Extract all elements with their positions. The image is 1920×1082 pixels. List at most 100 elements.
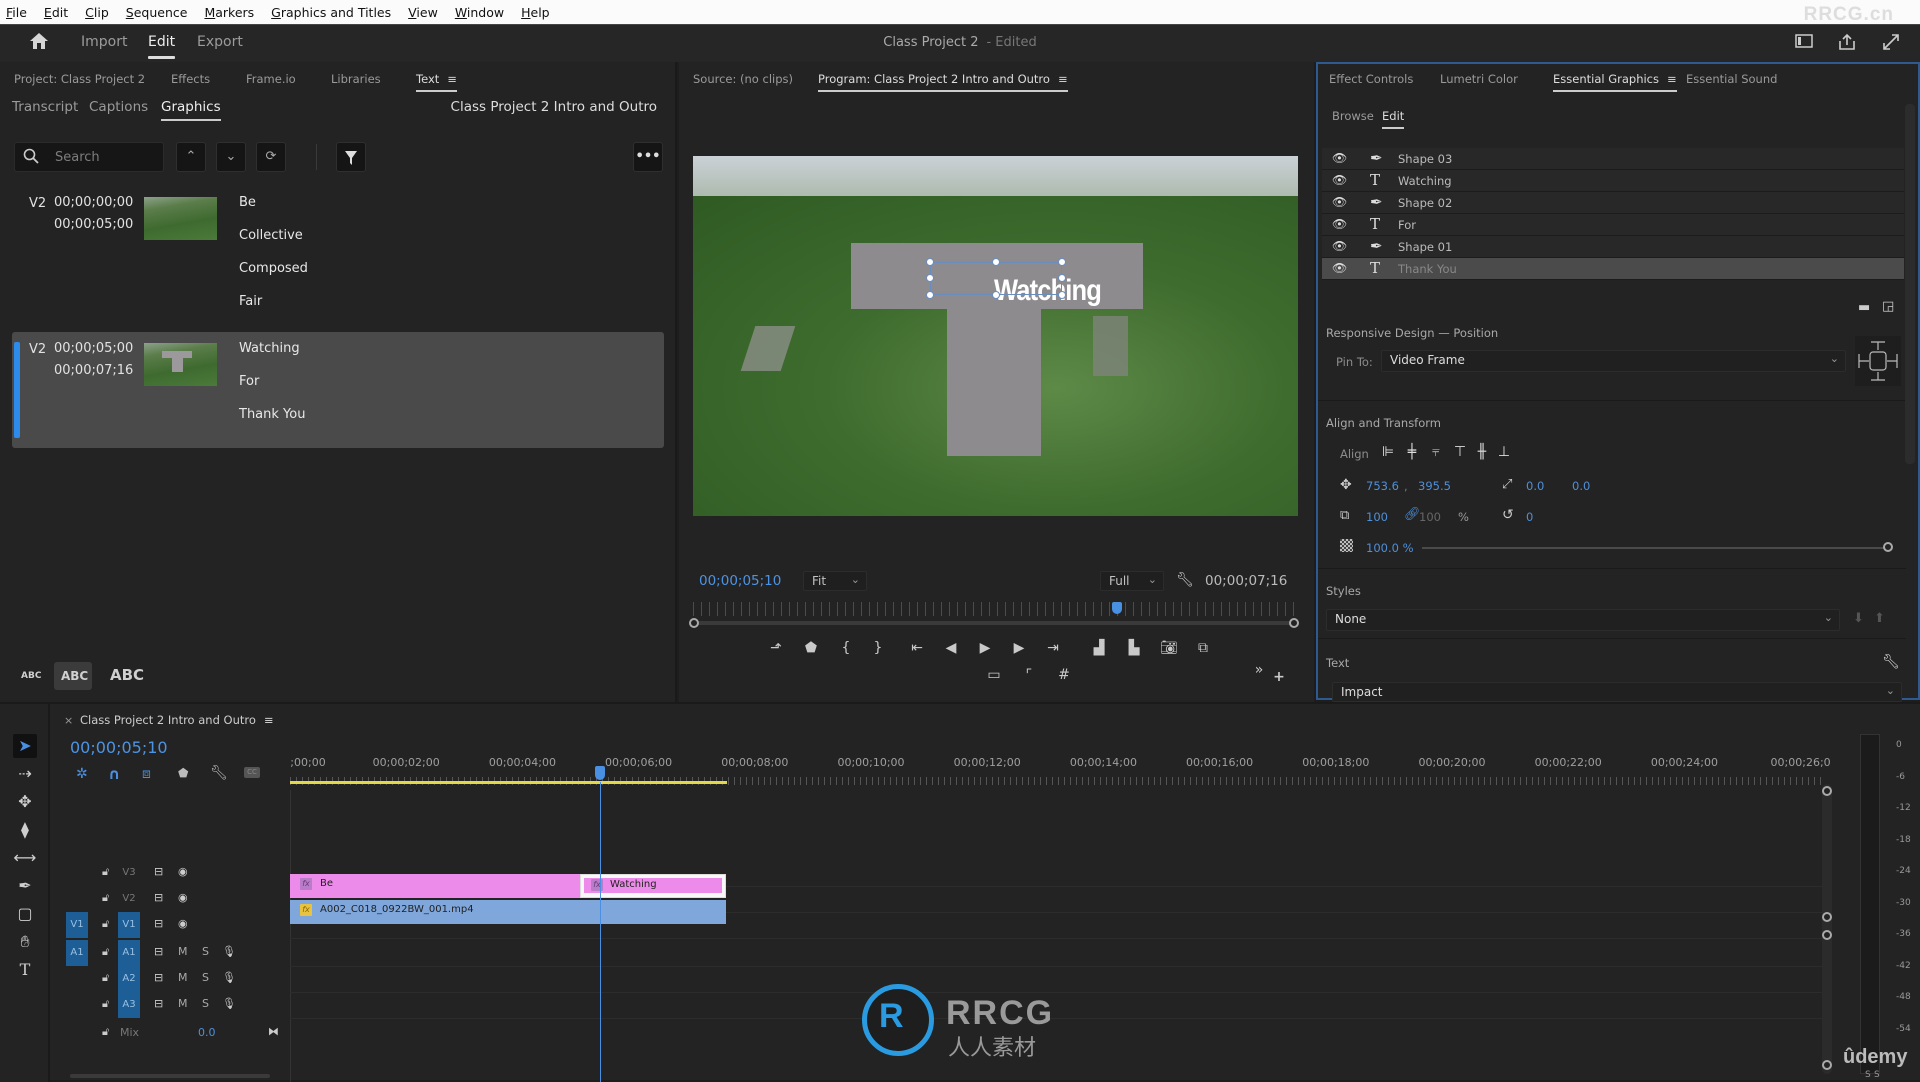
solo-track-button[interactable]: S bbox=[202, 945, 209, 958]
panel-menu-icon[interactable]: ≡ bbox=[447, 72, 457, 86]
zoom-level-select[interactable]: Fit ⌄ bbox=[803, 571, 867, 591]
layer-row[interactable]: 👁︎ T Thank You bbox=[1322, 258, 1904, 280]
mute-track-button[interactable]: M bbox=[178, 971, 188, 984]
align-right-icon[interactable]: ⫧ bbox=[1428, 444, 1444, 462]
layer-row[interactable]: 👁︎ T Watching bbox=[1322, 170, 1904, 192]
step-back-icon[interactable]: ◀︎ bbox=[941, 640, 961, 656]
opacity-slider-handle[interactable] bbox=[1883, 542, 1893, 552]
graphic-text-item[interactable]: Fair bbox=[239, 294, 308, 327]
scroll-handle[interactable] bbox=[1822, 930, 1832, 940]
proxy-toggle-icon[interactable]: ⌜ bbox=[1019, 667, 1039, 683]
transform-handle[interactable] bbox=[992, 258, 1000, 266]
toggle-track-output-eye-icon[interactable]: ◉ bbox=[178, 865, 188, 878]
play-icon[interactable]: ▶︎ bbox=[975, 640, 995, 656]
program-current-timecode[interactable]: 00;00;05;10 bbox=[699, 573, 781, 589]
safe-margins-icon[interactable]: ▭ bbox=[984, 667, 1004, 683]
tab-lumetri-color[interactable]: Lumetri Color bbox=[1440, 72, 1518, 86]
sync-lock-icon[interactable]: ⊟ bbox=[154, 997, 163, 1010]
menu-clip[interactable]: Clip bbox=[85, 5, 109, 20]
meter-solo-right[interactable]: S bbox=[1874, 1070, 1880, 1080]
next-result-button[interactable]: ⌄ bbox=[216, 142, 246, 172]
track-target-toggle[interactable]: A2 bbox=[118, 966, 140, 992]
new-group-folder-icon[interactable]: ▬ bbox=[1858, 300, 1870, 315]
playback-resolution-select[interactable]: Full ⌄ bbox=[1100, 571, 1164, 591]
menu-view[interactable]: View bbox=[408, 5, 438, 20]
position-y-value[interactable]: 395.5 bbox=[1418, 479, 1451, 493]
tab-source-monitor[interactable]: Source: (no clips) bbox=[693, 72, 793, 86]
share-icon[interactable] bbox=[1836, 33, 1858, 53]
panel-menu-icon[interactable]: ≡ bbox=[264, 713, 274, 727]
tab-frameio[interactable]: Frame.io bbox=[246, 72, 296, 86]
extract-icon[interactable]: ▙ bbox=[1124, 640, 1144, 656]
tab-effects[interactable]: Effects bbox=[171, 72, 210, 86]
sync-lock-icon[interactable]: ⊟ bbox=[154, 865, 163, 878]
grid-icon[interactable]: # bbox=[1054, 667, 1074, 683]
visibility-eye-icon[interactable]: 👁︎ bbox=[1332, 173, 1347, 187]
lock-track-icon[interactable]: 🔓︎ bbox=[102, 971, 109, 985]
clip-watching[interactable]: fx Watching bbox=[580, 874, 726, 898]
more-options-button[interactable]: ••• bbox=[633, 142, 663, 172]
new-layer-icon[interactable]: ◲ bbox=[1882, 299, 1894, 314]
tab-essential-graphics[interactable]: Essential Graphics ≡ bbox=[1553, 72, 1677, 92]
toggle-track-output-eye-icon[interactable]: ◉ bbox=[178, 891, 188, 904]
layer-row[interactable]: 👁︎ T For bbox=[1322, 214, 1904, 236]
scroll-handle-left[interactable] bbox=[689, 618, 699, 628]
transform-handle[interactable] bbox=[926, 274, 934, 282]
transform-handle[interactable] bbox=[1058, 258, 1066, 266]
align-horizontal-center-icon[interactable]: ╪ bbox=[1404, 444, 1420, 462]
mode-browse[interactable]: Browse bbox=[1332, 109, 1374, 123]
position-x-value[interactable]: 753.6 bbox=[1366, 479, 1399, 493]
transform-handle[interactable] bbox=[926, 291, 934, 299]
filter-button[interactable] bbox=[336, 142, 366, 172]
anchor-y-value[interactable]: 0.0 bbox=[1572, 479, 1590, 493]
horizontal-zoom-scrollbar[interactable] bbox=[70, 1074, 270, 1078]
timeline-current-timecode[interactable]: 00;00;05;10 bbox=[70, 738, 168, 757]
slip-tool-icon[interactable]: ⟷ bbox=[13, 846, 37, 870]
wrench-settings-icon[interactable]: 🔧︎ bbox=[1176, 572, 1194, 588]
tab-libraries[interactable]: Libraries bbox=[331, 72, 381, 86]
push-style-down-icon[interactable]: ⬇ bbox=[1853, 611, 1864, 626]
track-select-tool-icon[interactable]: ⇢ bbox=[13, 762, 37, 786]
mode-edit[interactable]: Edit bbox=[1382, 109, 1405, 129]
nest-sequence-icon[interactable]: ✲ bbox=[76, 766, 88, 782]
layer-row[interactable]: 👁︎ ✒ Shape 03 bbox=[1322, 148, 1904, 170]
graphic-text-item[interactable]: Be bbox=[239, 195, 308, 228]
graphic-text-item[interactable]: For bbox=[239, 374, 305, 407]
menu-help[interactable]: Help bbox=[521, 5, 550, 20]
sequence-tab[interactable]: Class Project 2 Intro and Outro ≡ bbox=[80, 713, 274, 727]
tab-text[interactable]: Text ≡ bbox=[416, 72, 457, 92]
search-input[interactable]: Search bbox=[14, 142, 164, 172]
push-style-up-icon[interactable]: ⬆ bbox=[1874, 611, 1885, 626]
tab-project[interactable]: Project: Class Project 2 bbox=[14, 72, 145, 86]
clip-be[interactable]: fx Be bbox=[290, 874, 580, 898]
style-select[interactable]: None ⌄ bbox=[1326, 609, 1840, 631]
graphic-row-selected[interactable]: V2 00;00;05;00 00;00;07;16 Watching For … bbox=[12, 332, 664, 448]
previous-result-button[interactable]: ⌃ bbox=[176, 142, 206, 172]
razor-tool-icon[interactable]: ⧫ bbox=[13, 818, 37, 842]
close-sequence-icon[interactable]: × bbox=[64, 714, 73, 727]
transform-handle[interactable] bbox=[926, 258, 934, 266]
transform-handle[interactable] bbox=[992, 291, 1000, 299]
scroll-handle-right[interactable] bbox=[1289, 618, 1299, 628]
menu-graphics-and-titles[interactable]: Graphics and Titles bbox=[271, 5, 391, 20]
layer-row[interactable]: 👁︎ ✒ Shape 02 bbox=[1322, 192, 1904, 214]
sync-lock-icon[interactable]: ⊟ bbox=[154, 971, 163, 984]
pin-edges-widget[interactable] bbox=[1855, 336, 1901, 386]
lock-track-icon[interactable]: 🔓︎ bbox=[102, 945, 109, 959]
sync-lock-icon[interactable]: ⊟ bbox=[154, 917, 163, 930]
lock-track-icon[interactable]: 🔓︎ bbox=[102, 865, 109, 879]
panel-menu-icon[interactable]: ≡ bbox=[1667, 72, 1677, 86]
snap-magnet-icon[interactable]: ∩ bbox=[108, 765, 120, 783]
pin-to-select[interactable]: Video Frame ⌄ bbox=[1381, 350, 1846, 372]
align-left-icon[interactable]: ⊫ bbox=[1380, 444, 1396, 462]
opacity-slider-track[interactable] bbox=[1422, 547, 1888, 549]
lock-track-icon[interactable]: 🔓︎ bbox=[102, 1025, 109, 1039]
source-patch-video[interactable]: V1 bbox=[66, 912, 88, 938]
transform-handle[interactable] bbox=[1058, 291, 1066, 299]
mark-out-icon[interactable]: } bbox=[868, 640, 888, 656]
voice-over-mic-icon[interactable]: 🎙︎ bbox=[222, 971, 236, 984]
track-target-toggle[interactable]: A1 bbox=[118, 940, 140, 966]
add-marker-icon[interactable]: ⬟ bbox=[178, 766, 188, 780]
subtab-captions[interactable]: Captions bbox=[89, 99, 148, 115]
hand-tool-icon[interactable]: ✋︎ bbox=[13, 930, 37, 954]
